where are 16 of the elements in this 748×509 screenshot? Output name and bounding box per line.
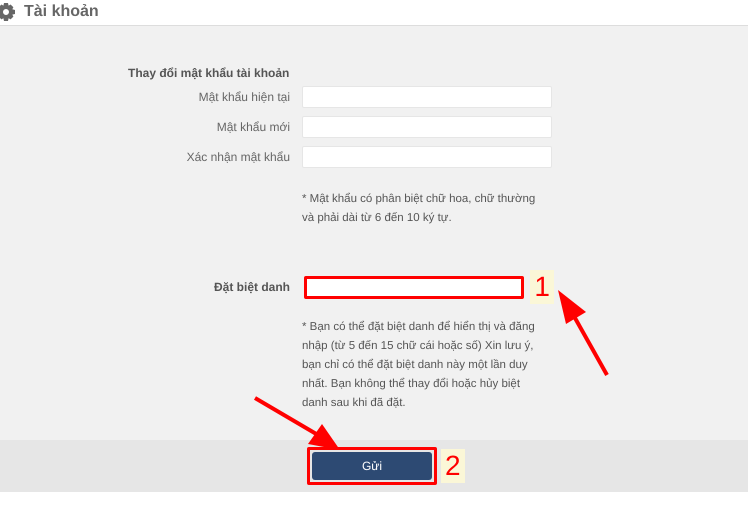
callout-number: 1 [530, 270, 554, 304]
gear-icon [0, 2, 16, 22]
field-label: Xác nhận mật khẩu [186, 150, 291, 164]
nickname-note: * Bạn có thể đặt biệt danh để hiển thị và đăng nhập (từ 5 đến 15 chữ cái hoặc số) Xin lưu ý, bạn chỉ có thể đặt biệt danh này một lần duy nhất. Bạn không thể thay đổi hoặc hủy biệt danh sau khi đã đặt. [302, 320, 536, 411]
nickname-field[interactable] [304, 276, 524, 298]
callout-number: 2 [441, 449, 465, 483]
field-label: Mật khẩu hiện tại [198, 90, 291, 104]
password-field[interactable] [302, 86, 552, 108]
password-field[interactable] [302, 116, 552, 138]
password-field[interactable] [302, 146, 552, 168]
submit-button[interactable]: Gửi [312, 452, 432, 480]
password-note: * Mật khẩu có phân biệt chữ hoa, chữ thường và phải dài từ 6 đến 10 ký tự. [302, 192, 536, 226]
field-label: Đặt biệt danh [214, 280, 291, 294]
page-title: Tài khoản [24, 4, 99, 20]
section-heading: Thay đổi mật khẩu tài khoản [128, 66, 290, 80]
field-label: Mật khẩu mới [216, 120, 291, 134]
